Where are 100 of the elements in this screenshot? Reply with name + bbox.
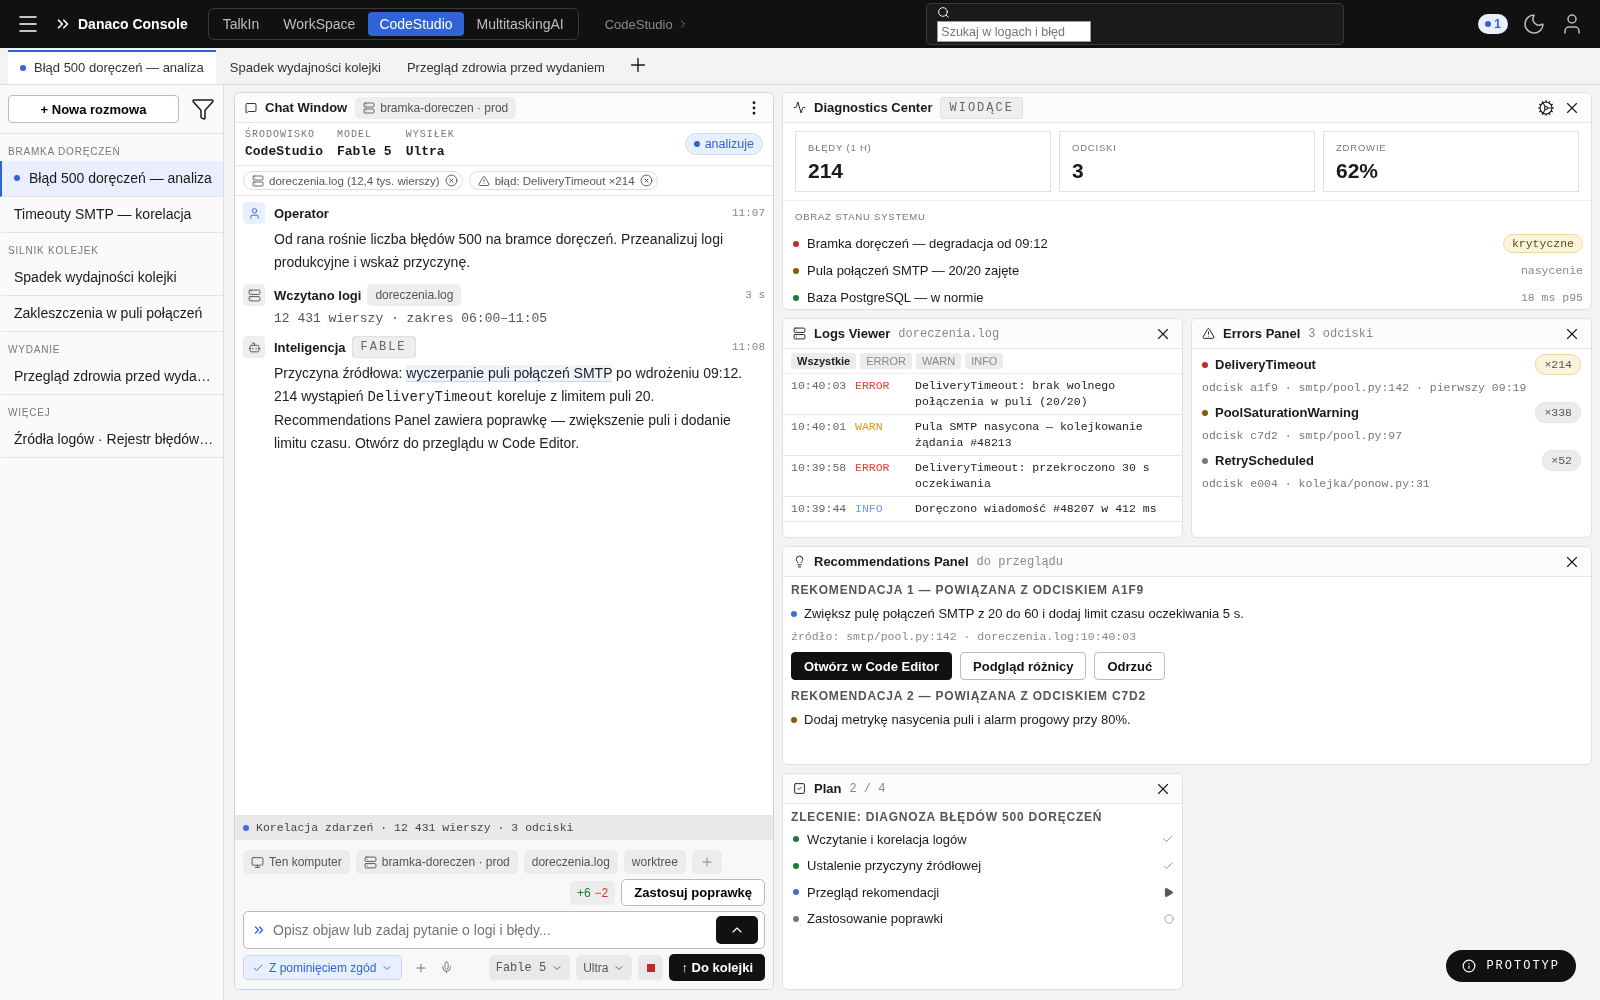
server-icon <box>363 101 376 114</box>
message-text: Od rana rośnie liczba błędów 500 na bramce doręczeń. Przeanalizuj logi produkcyjne i wskaż przyczynę. <box>274 230 725 272</box>
app-tab[interactable]: MultitaskingAI <box>465 12 575 36</box>
log-level: WARN <box>855 419 884 435</box>
mic-icon[interactable] <box>440 961 454 974</box>
sidebar-item[interactable]: Timeouty SMTP — korelacja <box>0 197 223 233</box>
panel-title: Logs Viewer <box>814 326 891 341</box>
step-label: Zastosowanie poprawki <box>807 911 943 927</box>
plan-heading: ZLECENIE: DIAGNOZA BŁĘDÓW 500 DORĘCZEŃ <box>791 810 1104 824</box>
group-title: SILNIK KOLEJEK <box>7 244 100 258</box>
server-icon <box>252 174 264 187</box>
log-level: INFO <box>855 501 884 517</box>
remove-icon[interactable] <box>639 174 653 187</box>
section-title: OBRAZ STANU SYSTEMU <box>794 210 927 224</box>
severity-badge: krytyczne <box>1502 234 1583 253</box>
status-note: nasycenie <box>1520 264 1583 277</box>
stop-button[interactable] <box>638 955 664 980</box>
breadcrumb[interactable]: CodeStudio <box>604 16 673 32</box>
action-button[interactable]: Podgląd różnicy <box>960 652 1087 680</box>
panel-title: Recommendations Panel <box>814 554 969 569</box>
panel-status: do przeglądu <box>976 554 1064 569</box>
count-badge: ×52 <box>1542 450 1581 471</box>
attachment-label: doreczenia.log (12,4 tys. wierszy) <box>269 174 440 187</box>
status-text: Pula połączeń SMTP — 20/20 zajęte <box>807 263 1020 278</box>
tab[interactable]: Spadek wydajności kolejki <box>217 50 393 84</box>
group-title: BRAMKA DORĘCZEŃ <box>7 144 122 159</box>
panel-title: Chat Window <box>265 100 348 115</box>
recommendation-heading: REKOMENDACJA 1 — POWIĄZANA Z ODCISKIEM A1F9 <box>791 583 1146 597</box>
gear-icon[interactable] <box>1537 98 1555 117</box>
meta-value: Fable 5 <box>337 144 392 159</box>
step-dot <box>793 862 799 869</box>
filter-icon[interactable] <box>191 97 215 121</box>
message-field[interactable]: Opisz objaw lub zadaj pytanie o logi i błędy... <box>243 911 765 949</box>
remove-icon[interactable] <box>444 174 458 187</box>
notification-badge[interactable]: 1 <box>1478 14 1508 34</box>
circle-icon <box>1164 913 1174 924</box>
apply-fix-button[interactable]: Zastosuj poprawkę <box>621 879 765 906</box>
context-chip[interactable]: bramka-doreczen · prod <box>355 850 518 874</box>
sidebar-item[interactable]: Zakleszczenia w puli połączeń <box>0 296 223 332</box>
sidebar-item[interactable]: Przegląd zdrowia przed wyda… <box>0 359 223 395</box>
stat-value: 62% <box>1336 159 1380 183</box>
log-level: ERROR <box>855 378 891 394</box>
log-message: Pula SMTP nasycona — kolejkowanie żądania #48213 <box>915 419 1144 451</box>
message-input[interactable]: Opisz objaw lub zadaj pytanie o logi i błędy... <box>271 921 711 939</box>
app-tab[interactable]: CodeStudio <box>368 12 464 36</box>
plus-icon <box>699 855 714 869</box>
recommendation-text: Dodaj metrykę nasycenia puli i alarm progowy przy 80%. <box>804 712 1131 727</box>
mode-dropdown[interactable]: Z pominięciem zgód <box>243 955 403 980</box>
tab[interactable]: Przegląd zdrowia przed wydaniem <box>394 50 617 84</box>
sidebar-item[interactable]: Źródła logów · Rejestr błędów… <box>0 422 223 458</box>
activity-status: Korelacja zdarzeń · 12 431 wierszy · 3 odciski <box>256 821 574 834</box>
search-field[interactable]: Szukaj w logach i błęd <box>937 21 1092 42</box>
brand-name: Danaco Console <box>78 16 188 32</box>
log-level: ERROR <box>855 460 891 476</box>
context-chip[interactable]: Ten komputer <box>243 850 350 874</box>
step-dot <box>793 836 799 843</box>
model-dropdown[interactable]: Fable 5 <box>488 955 571 980</box>
app-tab[interactable]: TalkIn <box>211 12 271 36</box>
sidebar-item[interactable]: Spadek wydajności kolejki <box>0 260 223 296</box>
log-message: DeliveryTimeout: przekroczono 30 s oczekiwania <box>915 460 1151 492</box>
warning-icon <box>1202 327 1215 340</box>
meta-value: CodeStudio <box>245 144 323 159</box>
recommendation-source: źródło: smtp/pool.py:142 · doreczenia.log:10:40:03 <box>791 630 1138 643</box>
effort-dropdown[interactable]: Ultra <box>576 955 633 980</box>
error-name[interactable]: DeliveryTimeout <box>1215 357 1316 372</box>
action-button[interactable]: Otwórz w Code Editor <box>791 652 953 680</box>
tab[interactable]: Błąd 500 doręczeń — analiza <box>8 50 216 84</box>
meta-label: ŚRODOWISKO <box>245 129 316 140</box>
error-detail: odcisk a1f9 · smtp/pool.py:142 · pierwszy 09:19 <box>1202 381 1528 394</box>
stat-label: BŁĘDY (1 H) <box>808 142 873 153</box>
context-chip[interactable]: worktree <box>623 850 686 874</box>
status-text: Baza PostgreSQL — w normie <box>807 290 984 305</box>
count-badge: ×338 <box>1535 402 1581 423</box>
message-author: Inteligencja <box>274 339 346 355</box>
stat-label: ZDROWIE <box>1336 142 1388 153</box>
panel-title: Plan <box>814 781 842 796</box>
error-name[interactable]: PoolSaturationWarning <box>1215 405 1359 420</box>
meta-label: WYSIŁEK <box>405 129 455 140</box>
lightbulb-icon <box>793 555 806 568</box>
send-button[interactable]: ↑ Do kolejki <box>669 954 765 981</box>
status-badge: WIODĄCE <box>940 96 1023 119</box>
group-title: WYDANIE <box>7 343 62 357</box>
error-name[interactable]: RetryScheduled <box>1215 453 1314 468</box>
message-time: 3 s <box>745 289 765 301</box>
sidebar-item[interactable]: Błąd 500 doręczeń — analiza <box>0 161 223 197</box>
warning-icon <box>477 174 490 187</box>
step-label: Wczytanie i korelacja logów <box>807 831 967 847</box>
context-chip[interactable]: doreczenia.log <box>523 850 618 874</box>
log-time: 10:39:44 <box>791 501 848 517</box>
stat-value: 3 <box>1072 159 1085 183</box>
new-chat-button[interactable]: + Nowa rozmowa <box>8 95 179 123</box>
model-badge: FABLE <box>351 336 416 358</box>
moon-icon[interactable] <box>1522 12 1546 36</box>
action-button[interactable]: Odrzuć <box>1094 652 1166 680</box>
step-label: Ustalenie przyczyny źródłowej <box>807 858 982 874</box>
message-time: 11:07 <box>732 207 765 219</box>
expand-button[interactable] <box>716 916 758 944</box>
filter-chip[interactable]: Wszystkie <box>791 353 857 369</box>
meta-value: Ultra <box>405 144 446 159</box>
app-tab[interactable]: WorkSpace <box>272 12 367 36</box>
